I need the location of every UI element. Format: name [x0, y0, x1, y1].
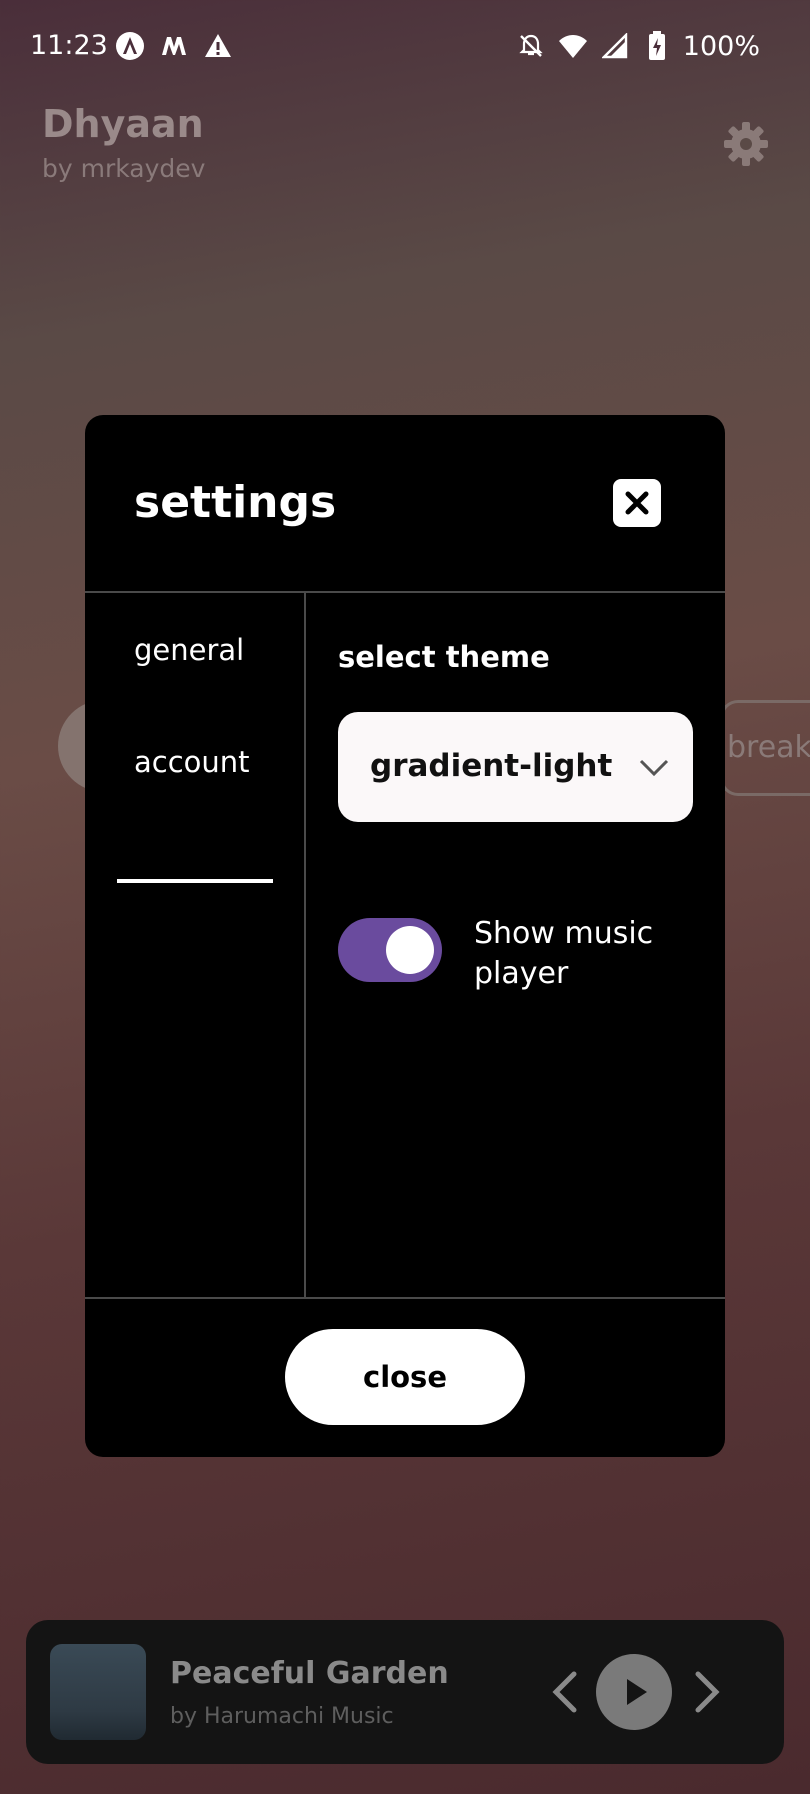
close-icon[interactable]: [613, 479, 661, 527]
app-header: Dhyaan by mrkaydev: [42, 102, 205, 183]
status-icons-right: 100%: [515, 30, 760, 62]
music-player: Peaceful Garden by Harumachi Music: [26, 1620, 784, 1764]
notifications-off-icon: [515, 30, 547, 62]
app-title: Dhyaan: [42, 102, 204, 146]
theme-select-value: gradient-light: [370, 748, 613, 784]
previous-icon[interactable]: [546, 1670, 586, 1714]
close-button[interactable]: close: [285, 1329, 525, 1425]
status-bar: 11:23 100%: [0, 0, 810, 92]
theme-select[interactable]: gradient-light: [338, 712, 693, 822]
toggle-label: Show music player: [474, 916, 654, 991]
app-a-icon: [114, 30, 146, 62]
status-icons-left: [114, 30, 234, 62]
toggle-knob: [386, 926, 434, 974]
tab-account[interactable]: account: [134, 745, 250, 779]
active-tab-indicator: [117, 879, 273, 883]
status-time: 11:23: [30, 30, 108, 61]
select-theme-label: select theme: [338, 640, 550, 674]
chevron-down-icon: [637, 750, 671, 784]
battery-charging-icon: [641, 30, 673, 62]
battery-percent: 100%: [682, 30, 760, 62]
play-icon: [627, 1679, 647, 1705]
app-subtitle: by mrkaydev: [42, 154, 206, 183]
play-button[interactable]: [596, 1654, 672, 1730]
track-title: Peaceful Garden: [170, 1656, 449, 1691]
tab-general[interactable]: general: [134, 633, 244, 667]
wifi-icon: [557, 30, 589, 62]
warning-icon: [202, 30, 234, 62]
break-button[interactable]: break: [720, 700, 810, 796]
signal-icon: [599, 30, 631, 62]
tabs-column: general account: [85, 593, 306, 1297]
album-art: [50, 1644, 146, 1740]
music-player-toggle[interactable]: [338, 918, 442, 982]
modal-footer: close: [85, 1299, 725, 1457]
break-button-label: break: [727, 730, 810, 765]
modal-title: settings: [134, 477, 337, 528]
gear-icon[interactable]: [722, 120, 770, 168]
modal-header: settings: [85, 415, 725, 593]
app-m-icon: [158, 30, 190, 62]
track-artist: by Harumachi Music: [170, 1704, 394, 1729]
next-icon[interactable]: [686, 1670, 726, 1714]
